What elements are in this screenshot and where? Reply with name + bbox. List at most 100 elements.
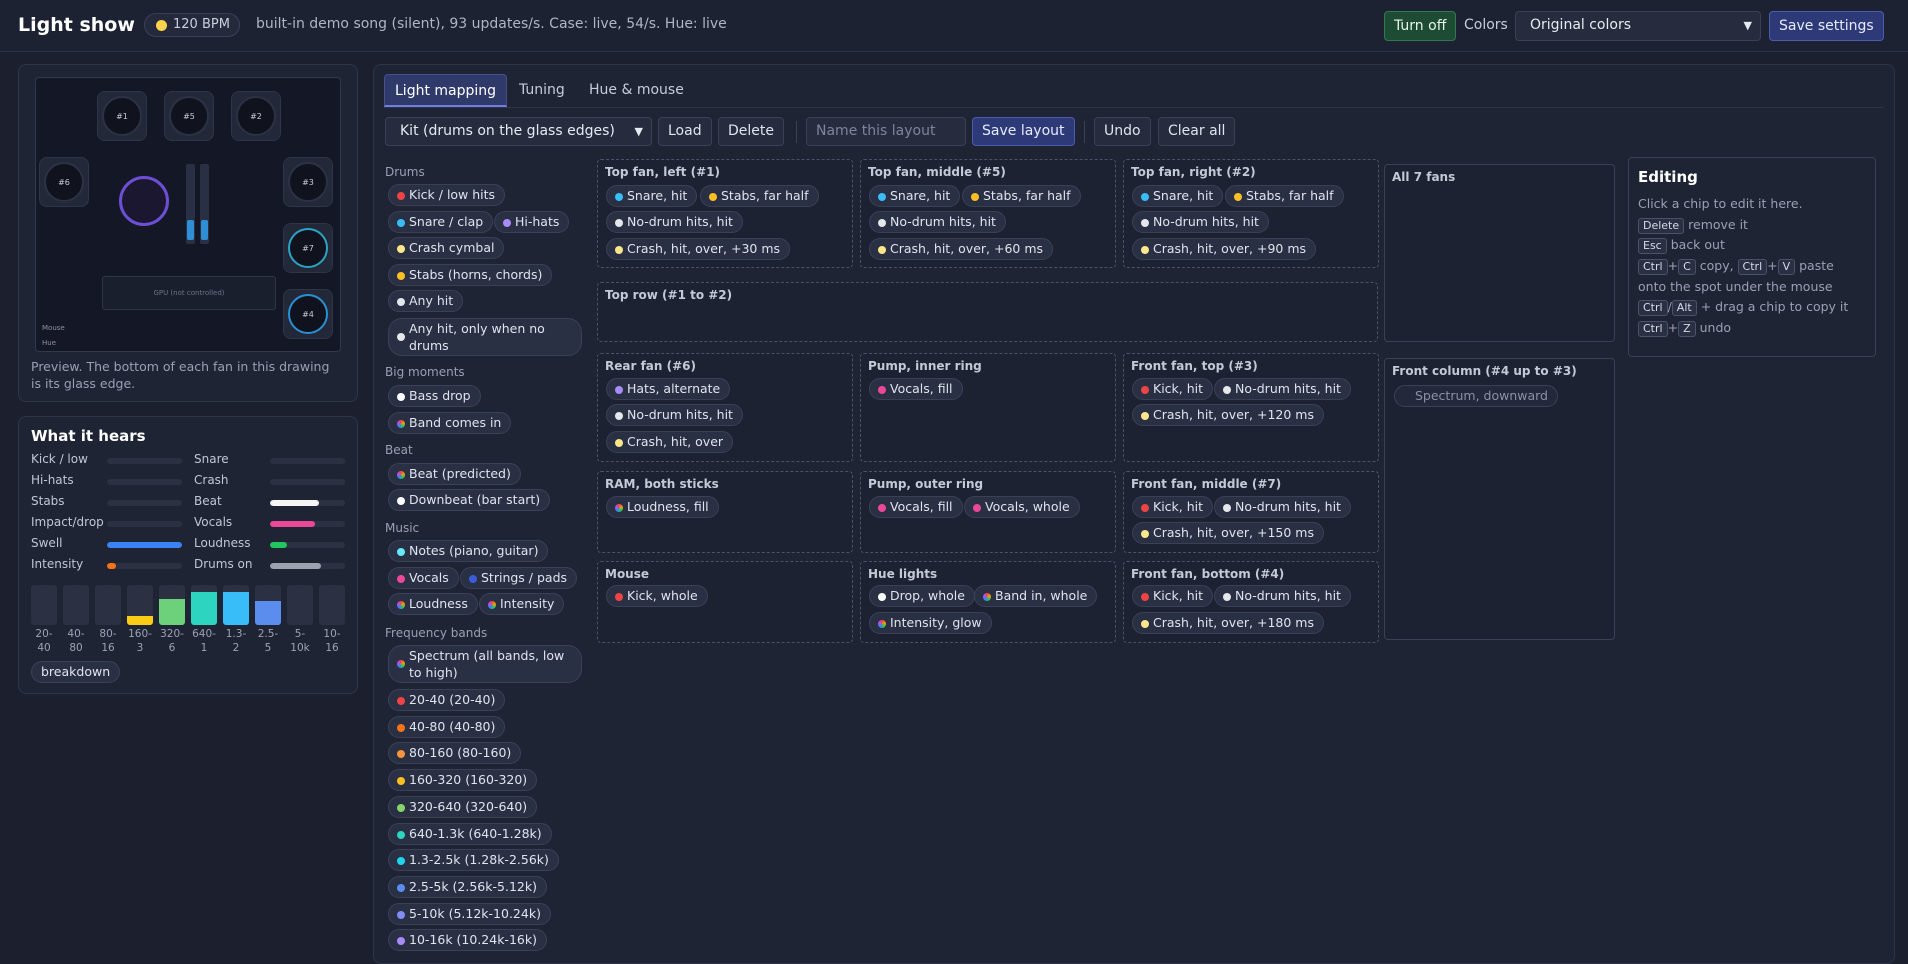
tab-light-mapping[interactable]: Light mapping	[384, 74, 508, 107]
load-button[interactable]: Load	[658, 117, 712, 146]
chip-beat[interactable]: Beat (predicted)	[388, 463, 521, 485]
tab-tuning[interactable]: Tuning	[509, 74, 575, 107]
chip-stabs[interactable]: Stabs (horns, chords)	[388, 264, 553, 286]
save-layout-button[interactable]: Save layout	[972, 117, 1075, 146]
chip-strings[interactable]: Strings / pads	[460, 567, 578, 589]
mapping-chip[interactable]: Kick, hit	[1132, 585, 1214, 607]
chip-label: Vocals	[409, 570, 449, 585]
tab-hue-mouse[interactable]: Hue & mouse	[579, 74, 694, 107]
chip-intensity[interactable]: Intensity	[479, 593, 565, 615]
chip-hihats[interactable]: Hi-hats	[494, 211, 570, 233]
chip-band[interactable]: 10-16k (10.24k-16k)	[388, 929, 547, 952]
mapping-chip[interactable]: Vocals, whole	[964, 496, 1080, 518]
layout-select[interactable]: Kit (drums on the glass edges) ▼	[385, 117, 652, 146]
chip-band[interactable]: 20-40 (20-40)	[388, 689, 506, 711]
band-fill	[159, 599, 185, 625]
mapping-chip[interactable]: Intensity, glow	[869, 612, 992, 634]
mapping-chip[interactable]: No-drum hits, hit	[606, 211, 743, 233]
mapping-chip[interactable]: No-drum hits, hit	[1214, 585, 1351, 607]
band-fill	[191, 592, 217, 625]
mapping-chip[interactable]: Stabs, far half	[700, 185, 819, 207]
chip-crash[interactable]: Crash cymbal	[388, 237, 505, 259]
mapping-chip[interactable]: Snare, hit	[606, 185, 698, 207]
band-fill	[223, 592, 249, 625]
meter-bar	[107, 458, 182, 464]
meter-fill	[107, 563, 116, 569]
chip-band[interactable]: 640-1.3k (640-1.28k)	[388, 822, 552, 845]
mapping-chip[interactable]: No-drum hits, hit	[1214, 378, 1351, 400]
band-column	[191, 585, 217, 625]
colors-select[interactable]: Original colors ▼	[1515, 11, 1761, 41]
mapping-chip[interactable]: Crash, hit, over, +150 ms	[1132, 522, 1324, 544]
mapping-chip[interactable]: No-drum hits, hit	[869, 211, 1006, 233]
mapping-chip[interactable]: Kick, whole	[606, 585, 708, 607]
chevron-down-icon: ▼	[1743, 19, 1752, 32]
case-preview: #1 #5 #2 #6 #3 #7 #4 GPU (not controlled…	[35, 77, 341, 352]
meter-fill	[107, 542, 182, 548]
mapping-chip[interactable]: Crash, hit, over	[606, 431, 734, 453]
chip-band[interactable]: 40-80 (40-80)	[388, 715, 506, 738]
color-dot-icon	[397, 420, 405, 428]
zone-pump-inner[interactable]: Pump, inner ring	[860, 353, 1116, 462]
delete-layout-button[interactable]: Delete	[718, 117, 784, 146]
chip-spectrum[interactable]: Spectrum (all bands, low to high)	[388, 645, 582, 683]
mapping-chip[interactable]: Drop, whole	[869, 585, 975, 607]
section-big-moments: Big moments	[385, 365, 465, 379]
color-dot-icon	[397, 471, 405, 479]
chip-label: Band in, whole	[995, 588, 1088, 603]
mapping-chip[interactable]: Snare, hit	[869, 185, 961, 207]
zone-all-fans[interactable]: All 7 fans	[1384, 164, 1615, 342]
chip-label: 1.3-2.5k (1.28k-2.56k)	[409, 852, 549, 868]
undo-button[interactable]: Undo	[1094, 117, 1151, 146]
chip-loudness[interactable]: Loudness	[388, 593, 478, 615]
mapping-chip[interactable]: Crash, hit, over, +180 ms	[1132, 612, 1324, 634]
chip-band[interactable]: 80-160 (80-160)	[388, 742, 522, 765]
mapping-chip[interactable]: Hats, alternate	[606, 378, 731, 400]
chip-vocals[interactable]: Vocals	[388, 567, 459, 589]
chip-any-hit-no-drums[interactable]: Any hit, only when no drums	[388, 318, 582, 356]
chip-downbeat[interactable]: Downbeat (bar start)	[388, 489, 551, 511]
layout-select-value: Kit (drums on the glass edges)	[400, 123, 615, 139]
mapping-chip[interactable]: Snare, hit	[1132, 185, 1224, 207]
mapping-chip[interactable]: Loudness, fill	[606, 496, 719, 518]
color-dot-icon	[1223, 504, 1231, 512]
chip-label: Hats, alternate	[627, 381, 721, 396]
mapping-chip[interactable]: Crash, hit, over, +60 ms	[869, 238, 1054, 260]
fan-preview-6: #6	[39, 157, 89, 207]
save-settings-button[interactable]: Save settings	[1769, 11, 1884, 41]
mapping-chip[interactable]: Stabs, far half	[1225, 185, 1344, 207]
mapping-chip[interactable]: Spectrum, downward	[1394, 385, 1558, 407]
chip-band[interactable]: 2.5-5k (2.56k-5.12k)	[388, 875, 547, 898]
clear-all-button[interactable]: Clear all	[1158, 117, 1236, 146]
chip-any-hit[interactable]: Any hit	[388, 290, 464, 312]
chip-band[interactable]: 5-10k (5.12k-10.24k)	[388, 902, 551, 925]
mapping-chip[interactable]: Vocals, fill	[869, 378, 963, 400]
chip-bass-drop[interactable]: Bass drop	[388, 385, 481, 407]
mapping-chip[interactable]: Vocals, fill	[869, 496, 963, 518]
chip-band[interactable]: 320-640 (320-640)	[388, 795, 538, 818]
layout-name-input[interactable]: Name this layout	[806, 117, 966, 146]
mapping-chip[interactable]: No-drum hits, hit	[1214, 496, 1351, 518]
mapping-chip[interactable]: Crash, hit, over, +90 ms	[1132, 238, 1317, 260]
mapping-chip[interactable]: Kick, hit	[1132, 496, 1214, 518]
zone-top-row[interactable]: Top row (#1 to #2)	[597, 282, 1378, 342]
chip-band[interactable]: 1.3-2.5k (1.28k-2.56k)	[388, 849, 559, 872]
bpm-text: 120 BPM	[173, 17, 230, 32]
chip-label: Stabs, far half	[983, 188, 1071, 203]
chip-band-comes-in[interactable]: Band comes in	[388, 412, 512, 434]
mapping-chip[interactable]: No-drum hits, hit	[606, 404, 743, 426]
turn-off-button[interactable]: Turn off	[1384, 11, 1457, 41]
chip-band[interactable]: 160-320 (160-320)	[388, 769, 538, 792]
mapping-chip[interactable]: Kick, hit	[1132, 378, 1214, 400]
color-dot-icon	[397, 548, 405, 556]
mapping-chip[interactable]: Stabs, far half	[962, 185, 1081, 207]
chip-kick[interactable]: Kick / low hits	[388, 184, 506, 206]
chip-notes[interactable]: Notes (piano, guitar)	[388, 540, 549, 562]
color-dot-icon	[397, 777, 405, 786]
section-drums: Drums	[385, 165, 425, 179]
mapping-chip[interactable]: Crash, hit, over, +30 ms	[606, 238, 791, 260]
mapping-chip[interactable]: Band in, whole	[974, 585, 1098, 607]
chip-snare[interactable]: Snare / clap	[388, 211, 494, 233]
mapping-chip[interactable]: No-drum hits, hit	[1132, 211, 1269, 233]
mapping-chip[interactable]: Crash, hit, over, +120 ms	[1132, 404, 1324, 426]
